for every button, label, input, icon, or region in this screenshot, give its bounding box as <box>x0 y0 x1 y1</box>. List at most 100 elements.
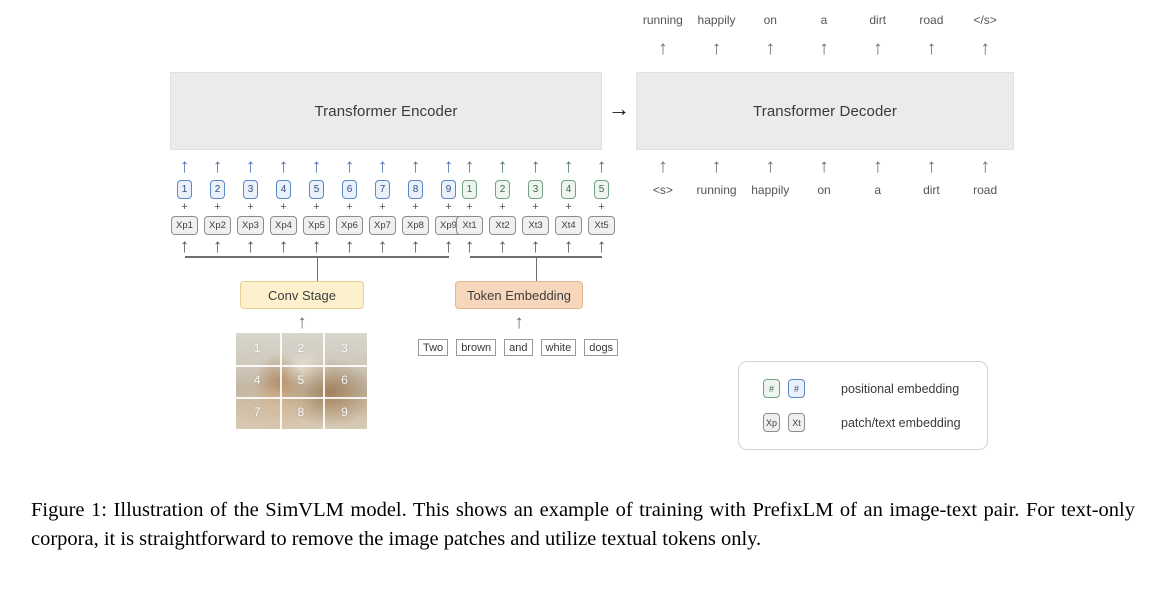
embedding-box: Xt4 <box>555 216 582 235</box>
patch-gridline-horizontal <box>236 397 367 399</box>
embedding-source-arrow-icon: ↑ <box>596 236 607 257</box>
positional-embedding-box: 7 <box>375 180 390 199</box>
positional-embedding-box: 3 <box>528 180 543 199</box>
decoder-input-word: a <box>874 183 882 197</box>
embedding-source-arrow-icon: ↑ <box>410 236 421 257</box>
token-up-arrow-icon: ↑ <box>563 156 574 177</box>
patch-number: 4 <box>253 373 261 387</box>
decoder-output-word: happily <box>697 13 736 27</box>
embedding-source-arrow-icon: ↑ <box>377 236 388 257</box>
plus-sign: + <box>346 201 353 213</box>
embedding-source-arrow-icon: ↑ <box>344 236 355 257</box>
decoder-input-arrow-icon: ↑ <box>926 156 937 177</box>
input-image-patch-grid: 1 2 3 4 5 6 7 8 9 <box>236 333 367 429</box>
token-up-arrow-icon: ↑ <box>377 156 388 177</box>
conv-stage-label: Conv Stage <box>268 287 336 303</box>
legend-label: positional embedding <box>841 381 960 396</box>
embedding-box: Xp4 <box>270 216 297 235</box>
embedding-box: Xt2 <box>489 216 516 235</box>
embedding-box: Xt1 <box>456 216 483 235</box>
decoder-output-arrow-icon: ↑ <box>819 38 829 59</box>
input-token-chip: white <box>540 339 577 356</box>
decoder-input-word: <s> <box>652 183 673 197</box>
token-up-arrow-icon: ↑ <box>179 156 190 177</box>
token-column: ↑ 7 + Xp7 ↑ <box>368 156 397 258</box>
token-column: ↑ 5 + Xt5 ↑ <box>587 156 616 258</box>
legend-chip: # <box>788 379 805 398</box>
transformer-decoder-label: Transformer Decoder <box>753 102 897 120</box>
plus-sign: + <box>280 201 287 213</box>
embedding-source-arrow-icon: ↑ <box>563 236 574 257</box>
token-embedding-label: Token Embedding <box>466 287 572 303</box>
positional-embedding-box: 3 <box>243 180 258 199</box>
positional-embedding-box: 1 <box>177 180 192 199</box>
decoder-input-arrow-icon: ↑ <box>819 156 829 177</box>
decoder-output-arrow-icon: ↑ <box>765 38 776 59</box>
positional-embedding-box: 8 <box>408 180 423 199</box>
conv-stage-box: Conv Stage <box>240 281 364 309</box>
plus-sign: + <box>181 201 188 213</box>
patch-number: 2 <box>297 341 305 355</box>
decoder-output-word: on <box>763 13 777 27</box>
text-token-columns: ↑ 1 + Xt1 ↑ ↑ 2 + Xt2 ↑ ↑ 3 + Xt3 ↑ ↑ 4 + Xt4 ↑ ↑ 5 + Xt5 ↑ <box>455 156 616 258</box>
decoder-input-word: happily <box>751 183 790 197</box>
token-column: ↑ 8 + Xp8 ↑ <box>401 156 430 258</box>
embedding-source-arrow-icon: ↑ <box>212 236 223 257</box>
transformer-decoder-block: Transformer Decoder <box>636 72 1014 150</box>
decoder-input-arrow-icon: ↑ <box>765 156 776 177</box>
transformer-encoder-label: Transformer Encoder <box>314 102 458 120</box>
legend-row: # # positional embedding <box>763 379 959 398</box>
patch-bus-stem <box>316 256 319 282</box>
conv-stage-input-arrow-icon: ↑ <box>297 312 307 333</box>
patch-gridline-vertical <box>323 333 325 429</box>
token-column: ↑ 6 + Xp6 ↑ <box>335 156 364 258</box>
plus-sign: + <box>499 201 506 213</box>
decoder-output-word: a <box>820 13 828 27</box>
embedding-box: Xp7 <box>369 216 396 235</box>
embedding-source-arrow-icon: ↑ <box>311 236 322 257</box>
positional-embedding-box: 2 <box>210 180 225 199</box>
token-up-arrow-icon: ↑ <box>410 156 421 177</box>
patch-gridline-vertical <box>280 333 282 429</box>
positional-embedding-box: 9 <box>441 180 456 199</box>
token-column: ↑ 3 + Xp3 ↑ <box>236 156 265 258</box>
token-up-arrow-icon: ↑ <box>497 156 508 177</box>
decoder-input-arrow-icon: ↑ <box>658 156 668 177</box>
decoder-input-words: <s> running happily on a dirt road <box>636 183 1012 201</box>
positional-embedding-box: 5 <box>309 180 324 199</box>
plus-sign: + <box>313 201 320 213</box>
embedding-box: Xp8 <box>402 216 429 235</box>
input-token-chip: dogs <box>584 339 619 356</box>
plus-sign: + <box>412 201 419 213</box>
token-column: ↑ 5 + Xp5 ↑ <box>302 156 331 258</box>
patch-number: 5 <box>297 373 305 387</box>
decoder-input-word: on <box>817 183 831 197</box>
text-bus-stem <box>535 256 538 282</box>
token-up-arrow-icon: ↑ <box>530 156 541 177</box>
token-column: ↑ 1 + Xt1 ↑ <box>455 156 484 258</box>
decoder-output-word: dirt <box>869 13 887 27</box>
legend-row: Xp Xt patch/text embedding <box>763 413 961 432</box>
embedding-source-arrow-icon: ↑ <box>497 236 508 257</box>
decoder-input-arrow-icon: ↑ <box>980 156 990 177</box>
positional-embedding-box: 4 <box>561 180 576 199</box>
decoder-output-arrow-icon: ↑ <box>711 38 722 59</box>
plus-sign: + <box>445 201 452 213</box>
legend-label: patch/text embedding <box>841 415 961 430</box>
patch-gridline-horizontal <box>236 365 367 367</box>
token-column: ↑ 1 + Xp1 ↑ <box>170 156 199 258</box>
token-embedding-input-arrow-icon: ↑ <box>514 312 524 333</box>
plus-sign: + <box>565 201 572 213</box>
token-up-arrow-icon: ↑ <box>464 156 475 177</box>
embedding-source-arrow-icon: ↑ <box>278 236 289 257</box>
transformer-encoder-block: Transformer Encoder <box>170 72 602 150</box>
plus-sign: + <box>214 201 221 213</box>
decoder-output-word: </s> <box>973 13 997 27</box>
embedding-box: Xp5 <box>303 216 330 235</box>
token-column: ↑ 4 + Xp4 ↑ <box>269 156 298 258</box>
patch-number: 3 <box>341 341 348 355</box>
input-sentence-tokens: Two brown and white dogs <box>418 339 619 356</box>
token-up-arrow-icon: ↑ <box>311 156 322 177</box>
token-embedding-box: Token Embedding <box>455 281 583 309</box>
embedding-source-arrow-icon: ↑ <box>464 236 475 257</box>
